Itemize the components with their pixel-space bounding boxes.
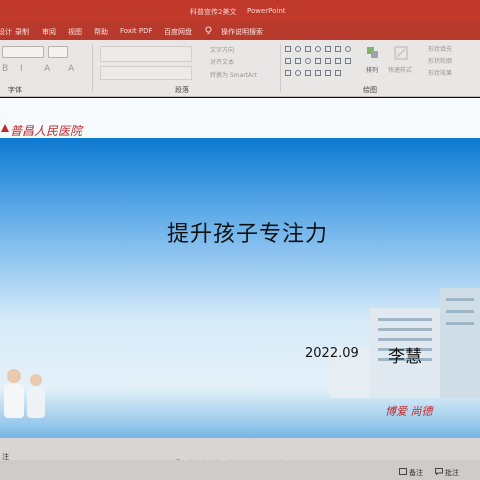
convert-smartart-button[interactable]: 转换为 SmartArt: [210, 70, 257, 79]
shapes-gallery[interactable]: [285, 46, 361, 80]
group-label-paragraph: 段落: [175, 86, 189, 94]
doctors-image: [4, 369, 45, 418]
font-color-icon[interactable]: A: [44, 64, 50, 74]
arrange-button[interactable]: 排列: [366, 65, 378, 74]
tab-view[interactable]: 视图: [68, 27, 82, 37]
tab-design[interactable]: 设计: [0, 27, 12, 37]
arrange-icon[interactable]: [366, 46, 380, 60]
slide-canvas[interactable]: 普昌人民医院 提升孩子专注力 2022.09 李慧 博爱 尚德: [0, 98, 480, 438]
document-title: 科普宣传2美文: [190, 8, 237, 16]
tell-me-search[interactable]: 操作说明搜索: [221, 27, 263, 37]
paragraph-align-controls[interactable]: [100, 66, 192, 80]
tab-foxit-pdf[interactable]: Foxit PDF: [120, 27, 153, 35]
italic-icon[interactable]: I: [20, 64, 23, 74]
hospital-name-logo: 普昌人民医院: [10, 124, 83, 138]
group-label-drawing: 绘图: [363, 86, 377, 94]
ribbon-tab-row: 设计 录制 审阅 视图 帮助 Foxit PDF 百度网盘 操作说明搜索: [0, 22, 480, 40]
font-size-box[interactable]: [48, 46, 68, 58]
notes-icon: [399, 468, 407, 475]
status-bar: 备注 批注: [0, 460, 480, 480]
clear-format-icon[interactable]: A: [68, 64, 74, 74]
lightbulb-icon: [205, 26, 212, 34]
tab-help[interactable]: 帮助: [94, 27, 108, 37]
quick-styles-button[interactable]: 快速样式: [388, 65, 412, 74]
comments-button[interactable]: 批注: [445, 468, 459, 478]
paragraph-list-controls[interactable]: [100, 46, 192, 62]
title-bar: 科普宣传2美文 PowerPoint: [0, 0, 480, 22]
ribbon: B I A A 字体 文字方向 对齐文本 转换为 SmartArt 段落 排列 …: [0, 40, 480, 97]
app-name: PowerPoint: [247, 7, 286, 15]
group-label-font: 字体: [8, 86, 22, 94]
slide-author[interactable]: 李慧: [388, 342, 422, 367]
tab-record[interactable]: 录制: [15, 27, 29, 37]
shape-fill-button[interactable]: 形状填充: [428, 44, 452, 53]
text-direction-button[interactable]: 文字方向: [210, 45, 234, 54]
tab-baidu-netdisk[interactable]: 百度网盘: [164, 27, 192, 37]
shape-outline-button[interactable]: 形状轮廓: [428, 56, 452, 65]
tab-review[interactable]: 审阅: [42, 27, 56, 37]
ribbon-separator: [92, 44, 93, 92]
comments-icon: [435, 468, 443, 475]
hospital-motto: 博爱 尚德: [385, 405, 433, 418]
font-name-box[interactable]: [2, 46, 44, 58]
hospital-logo-icon: [1, 124, 9, 132]
ribbon-separator: [280, 44, 281, 92]
shape-effects-button[interactable]: 形状效果: [428, 68, 452, 77]
slide-date[interactable]: 2022.09: [305, 346, 359, 361]
slide-title[interactable]: 提升孩子专注力: [167, 216, 328, 248]
bold-icon[interactable]: B: [2, 64, 8, 74]
quick-styles-icon[interactable]: [394, 46, 408, 60]
align-text-button[interactable]: 对齐文本: [210, 57, 234, 66]
notes-button[interactable]: 备注: [409, 468, 423, 478]
notes-pane[interactable]: 注: [0, 438, 480, 463]
